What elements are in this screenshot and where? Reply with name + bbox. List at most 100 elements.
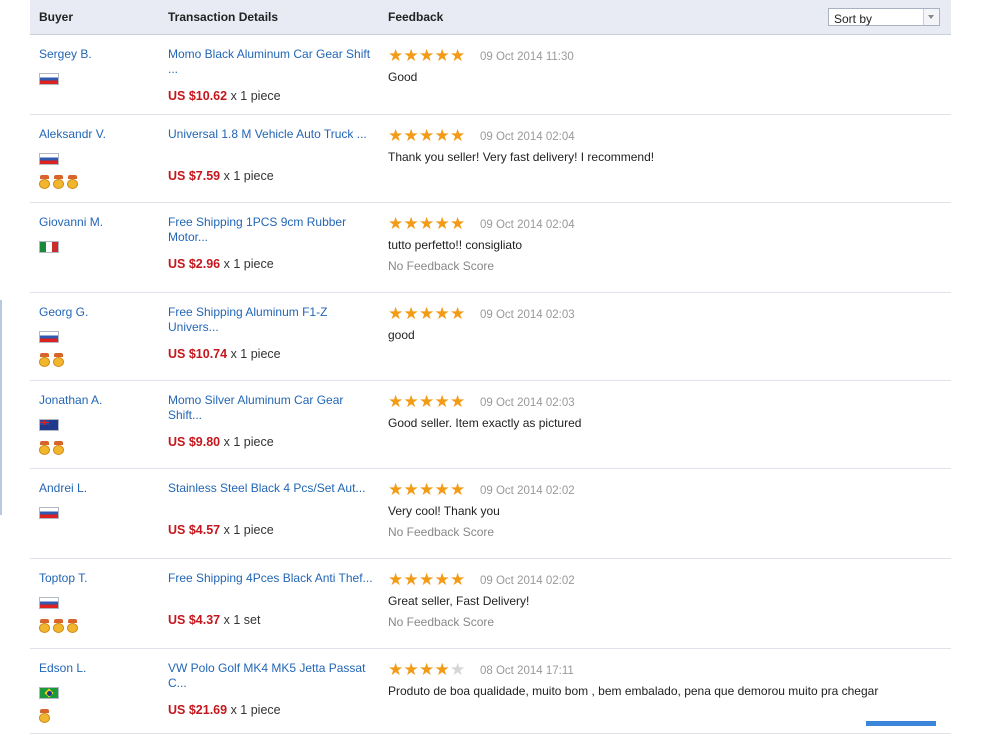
- feedback-comment: Very cool! Thank you: [388, 504, 500, 518]
- star-rating: ★ ★ ★ ★ ★: [388, 480, 468, 499]
- star-filled-icon: ★: [419, 660, 435, 679]
- feedback-score-text: No Feedback Score: [388, 615, 495, 629]
- feedback-row: Jonathan A. Momo Silver Aluminum Car Gear…: [30, 381, 951, 469]
- feedback-comment: Good: [388, 70, 418, 84]
- feedback-date: 09 Oct 2014 11:30: [480, 51, 574, 63]
- star-filled-icon: ★: [434, 570, 450, 589]
- buyer-name-link[interactable]: Jonathan A.: [39, 393, 102, 407]
- star-filled-icon: ★: [450, 392, 466, 411]
- feedback-comment: Good seller. Item exactly as pictured: [388, 416, 582, 430]
- quantity: x 1 piece: [223, 523, 274, 537]
- star-filled-icon: ★: [450, 126, 466, 145]
- price-line: US $4.57 x 1 piece: [168, 523, 274, 537]
- star-filled-icon: ★: [434, 214, 450, 233]
- star-filled-icon: ★: [419, 570, 435, 589]
- star-filled-icon: ★: [388, 46, 404, 65]
- product-link[interactable]: Momo Silver Aluminum Car Gear Shift...: [168, 393, 373, 423]
- price-amount: US $4.57: [168, 523, 221, 537]
- price-amount: US $4.37: [168, 613, 221, 627]
- feedback-comment: Thank you seller! Very fast delivery! I …: [388, 150, 655, 164]
- sort-by-select[interactable]: Sort by: [828, 8, 940, 26]
- bottom-button-edge[interactable]: [866, 721, 936, 726]
- star-filled-icon: ★: [403, 304, 419, 323]
- feedback-row: Giovanni M. Free Shipping 1PCS 9cm Rubber…: [30, 203, 951, 293]
- feedback-score-text: No Feedback Score: [388, 259, 495, 273]
- star-filled-icon: ★: [434, 660, 450, 679]
- star-filled-icon: ★: [403, 570, 419, 589]
- star-filled-icon: ★: [450, 480, 466, 499]
- star-filled-icon: ★: [388, 304, 404, 323]
- star-filled-icon: ★: [388, 214, 404, 233]
- quantity: x 1 piece: [223, 435, 274, 449]
- quantity: x 1 set: [223, 613, 261, 627]
- star-filled-icon: ★: [403, 214, 419, 233]
- price-line: US $4.37 x 1 set: [168, 613, 260, 627]
- star-rating: ★ ★ ★ ★ ★: [388, 126, 468, 145]
- star-filled-icon: ★: [419, 304, 435, 323]
- brazil-flag-icon: [39, 687, 59, 699]
- feedback-comment: Produto de boa qualidade, muito bom , be…: [388, 684, 879, 698]
- star-filled-icon: ★: [388, 126, 404, 145]
- product-link[interactable]: VW Polo Golf MK4 MK5 Jetta Passat C...: [168, 661, 373, 691]
- medal-icon: [53, 619, 64, 633]
- buyer-name-link[interactable]: Edson L.: [39, 661, 86, 675]
- star-filled-icon: ★: [434, 392, 450, 411]
- russia-flag-icon: [39, 597, 59, 609]
- feedback-row: Georg G. Free Shipping Aluminum F1-Z Univ…: [30, 293, 951, 381]
- left-edge-bar: [0, 300, 2, 515]
- medal-icon: [67, 619, 78, 633]
- price-line: US $9.80 x 1 piece: [168, 435, 274, 449]
- star-filled-icon: ★: [450, 570, 466, 589]
- star-filled-icon: ★: [403, 660, 419, 679]
- star-filled-icon: ★: [388, 480, 404, 499]
- feedback-list: Sergey B. Momo Black Aluminum Car Gear Sh…: [30, 35, 951, 734]
- star-filled-icon: ★: [403, 392, 419, 411]
- russia-flag-icon: [39, 73, 59, 85]
- star-filled-icon: ★: [388, 392, 404, 411]
- medal-icon: [53, 175, 64, 189]
- medal-icon: [67, 175, 78, 189]
- feedback-table-header: Buyer Transaction Details Feedback Sort …: [30, 0, 951, 35]
- product-link[interactable]: Free Shipping Aluminum F1-Z Univers...: [168, 305, 373, 335]
- star-filled-icon: ★: [403, 480, 419, 499]
- buyer-name-link[interactable]: Toptop T.: [39, 571, 87, 585]
- product-link[interactable]: Momo Black Aluminum Car Gear Shift ...: [168, 47, 373, 77]
- product-link[interactable]: Stainless Steel Black 4 Pcs/Set Aut...: [168, 481, 373, 496]
- star-rating: ★ ★ ★ ★ ★: [388, 660, 468, 679]
- buyer-medals: [39, 709, 53, 726]
- product-link[interactable]: Free Shipping 4Pces Black Anti Thef...: [168, 571, 373, 586]
- quantity: x 1 piece: [230, 347, 281, 361]
- star-filled-icon: ★: [450, 46, 466, 65]
- price-amount: US $7.59: [168, 169, 221, 183]
- star-filled-icon: ★: [388, 570, 404, 589]
- star-filled-icon: ★: [419, 46, 435, 65]
- medal-icon: [39, 353, 50, 367]
- product-link[interactable]: Universal 1.8 M Vehicle Auto Truck ...: [168, 127, 373, 142]
- buyer-name-link[interactable]: Georg G.: [39, 305, 88, 319]
- buyer-name-link[interactable]: Giovanni M.: [39, 215, 103, 229]
- feedback-score-text: No Feedback Score: [388, 525, 495, 539]
- product-link[interactable]: Free Shipping 1PCS 9cm Rubber Motor...: [168, 215, 373, 245]
- price-amount: US $10.74: [168, 347, 228, 361]
- feedback-row: Aleksandr V. Universal 1.8 M Vehicle Auto…: [30, 115, 951, 203]
- medal-icon: [39, 709, 50, 723]
- star-filled-icon: ★: [403, 46, 419, 65]
- feedback-date: 08 Oct 2014 17:11: [480, 665, 574, 677]
- star-empty-icon: ★: [450, 660, 466, 679]
- quantity: x 1 piece: [223, 169, 274, 183]
- buyer-name-link[interactable]: Sergey B.: [39, 47, 92, 61]
- buyer-medals: [39, 353, 67, 370]
- feedback-row: Toptop T. Free Shipping 4Pces Black Anti …: [30, 559, 951, 649]
- price-line: US $10.62 x 1 piece: [168, 89, 281, 103]
- star-filled-icon: ★: [419, 480, 435, 499]
- star-filled-icon: ★: [403, 126, 419, 145]
- buyer-column-header: Buyer: [39, 10, 74, 24]
- price-amount: US $10.62: [168, 89, 228, 103]
- buyer-name-link[interactable]: Aleksandr V.: [39, 127, 106, 141]
- chevron-down-icon[interactable]: [923, 9, 939, 25]
- star-filled-icon: ★: [419, 214, 435, 233]
- price-amount: US $2.96: [168, 257, 221, 271]
- medal-icon: [39, 441, 50, 455]
- australia-flag-icon: [39, 419, 59, 431]
- buyer-name-link[interactable]: Andrei L.: [39, 481, 87, 495]
